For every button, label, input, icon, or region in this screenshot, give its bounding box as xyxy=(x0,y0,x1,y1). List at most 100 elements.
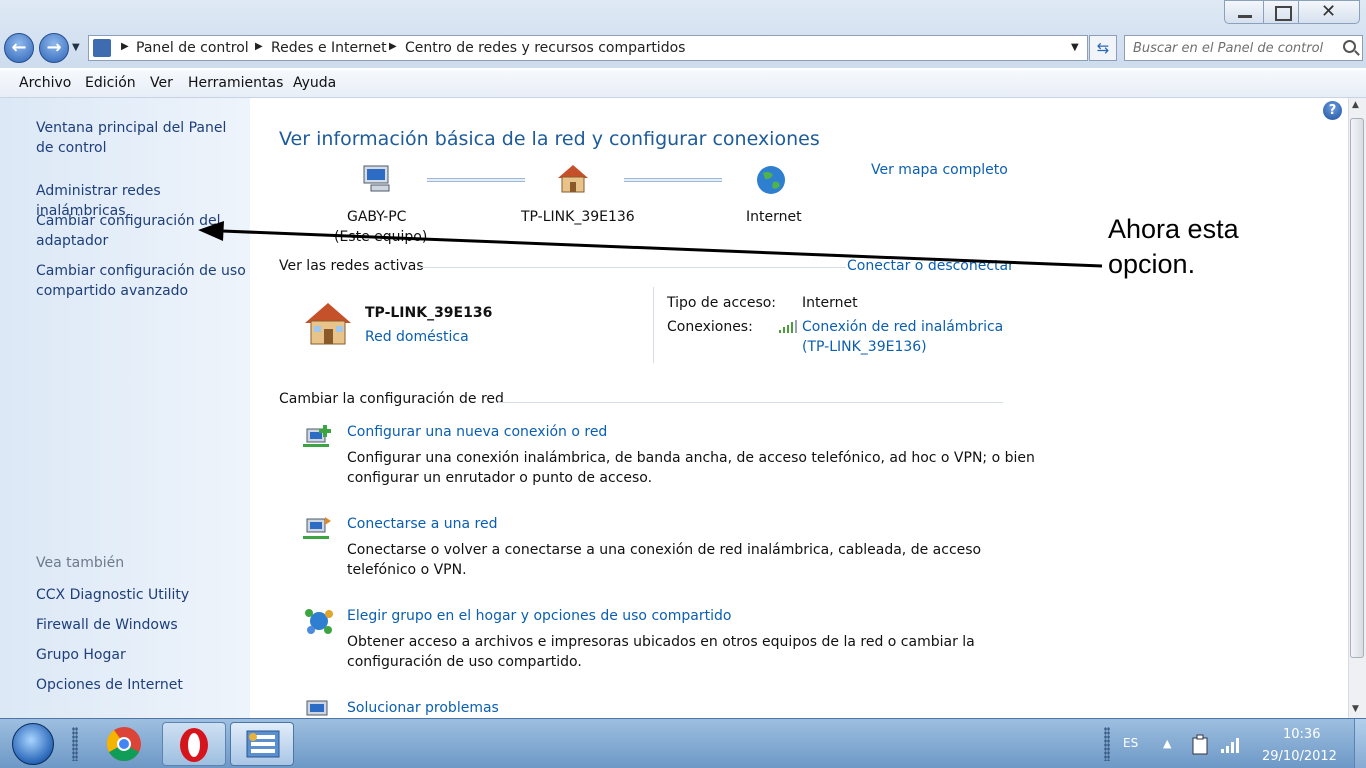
connections-label: Conexiones: xyxy=(667,319,753,335)
task-homegroup-desc: Obtener acceso a archivos e impresoras u… xyxy=(347,634,975,650)
house-icon xyxy=(305,303,351,345)
map-connector xyxy=(624,178,722,182)
control-panel-icon xyxy=(93,39,111,57)
menu-ayuda[interactable]: Ayuda xyxy=(293,75,336,91)
back-arrow-icon: ← xyxy=(11,37,27,58)
task-connect-network-link[interactable]: Conectarse a una red xyxy=(347,516,497,532)
network-icon[interactable] xyxy=(1221,737,1241,753)
back-button[interactable]: ← xyxy=(4,33,34,63)
sidebar-link-configuracion-adaptador[interactable]: Cambiar configuración del adaptador xyxy=(36,211,221,251)
search-input[interactable]: Buscar en el Panel de control xyxy=(1124,35,1363,61)
annotation-text: Ahora esta opcion. xyxy=(1108,212,1239,282)
section-divider xyxy=(420,267,846,268)
minimize-button[interactable] xyxy=(1224,0,1264,24)
task-connect-network-desc: telefónico o VPN. xyxy=(347,562,467,578)
vertical-divider xyxy=(653,287,654,363)
language-indicator[interactable]: ES xyxy=(1123,736,1138,750)
address-dropdown-icon[interactable]: ▼ xyxy=(1071,42,1079,53)
new-connection-icon xyxy=(303,425,331,447)
menu-edicion[interactable]: Edición xyxy=(85,75,136,91)
computer-icon xyxy=(363,165,390,192)
wireless-connection-link[interactable]: Conexión de red inalámbrica xyxy=(802,319,1003,335)
sidebar-link-uso-compartido-avanzado[interactable]: Cambiar configuración de uso compartido … xyxy=(36,261,246,301)
wireless-connection-ssid-link[interactable]: (TP-LINK_39E136) xyxy=(802,339,927,355)
map-node-pc-name: GABY-PC xyxy=(347,209,407,225)
access-type-value: Internet xyxy=(802,295,858,311)
map-node-router-name: TP-LINK_39E136 xyxy=(521,209,635,225)
taskbar-grip xyxy=(1104,727,1110,761)
connect-disconnect-link[interactable]: Conectar o desconectar xyxy=(847,258,1014,274)
breadcrumb-separator[interactable]: ▶ xyxy=(255,41,263,52)
clock-date[interactable]: 29/10/2012 xyxy=(1262,749,1337,764)
breadcrumb-centro-de-redes[interactable]: Centro de redes y recursos compartidos xyxy=(405,40,685,56)
recent-pages-dropdown[interactable]: ▼ xyxy=(72,42,80,53)
menu-herramientas[interactable]: Herramientas xyxy=(188,75,283,91)
taskbar-grip xyxy=(72,727,78,761)
access-type-label: Tipo de acceso: xyxy=(667,295,777,311)
scrollbar-thumb[interactable] xyxy=(1350,118,1364,658)
breadcrumb-panel-de-control[interactable]: Panel de control xyxy=(136,40,249,56)
map-node-internet-name: Internet xyxy=(746,209,802,225)
chrome-icon[interactable] xyxy=(92,722,156,766)
control-panel-taskbar-button[interactable] xyxy=(230,722,294,766)
house-icon xyxy=(558,165,588,193)
refresh-button[interactable]: ⇆ xyxy=(1089,35,1117,61)
close-icon: ✕ xyxy=(1321,1,1337,22)
scroll-down-arrow-icon[interactable]: ▼ xyxy=(1352,704,1359,714)
see-also-firewall[interactable]: Firewall de Windows xyxy=(36,615,246,635)
see-also-opciones-internet[interactable]: Opciones de Internet xyxy=(36,675,246,695)
sidebar-link-panel-principal[interactable]: Ventana principal del Panel de control xyxy=(36,118,246,158)
clock-time[interactable]: 10:36 xyxy=(1283,727,1320,742)
control-panel-icon xyxy=(246,730,280,758)
task-new-connection-desc: configurar un enrutador o punto de acces… xyxy=(347,470,653,486)
map-node-pc-sub: (Este equipo) xyxy=(334,229,428,245)
view-full-map-link[interactable]: Ver mapa completo xyxy=(871,162,1008,178)
task-homegroup-desc: configuración de uso compartido. xyxy=(347,654,582,670)
search-placeholder: Buscar en el Panel de control xyxy=(1133,41,1324,56)
task-pane: Ventana principal del Panel de control A… xyxy=(0,98,250,718)
show-desktop-button[interactable] xyxy=(1354,719,1366,768)
section-divider xyxy=(498,402,1003,403)
maximize-button[interactable] xyxy=(1263,0,1299,24)
page-title: Ver información básica de la red y confi… xyxy=(279,128,820,150)
connect-network-icon xyxy=(303,517,331,539)
taskbar: ES ▲ 10:36 29/10/2012 xyxy=(0,718,1366,768)
breadcrumb-separator[interactable]: ▶ xyxy=(121,41,129,52)
forward-arrow-icon: → xyxy=(46,37,62,58)
menu-ver[interactable]: Ver xyxy=(150,75,173,91)
opera-icon xyxy=(180,728,208,762)
show-hidden-icons-icon[interactable]: ▲ xyxy=(1163,737,1171,750)
main-content xyxy=(250,98,1348,718)
network-type-link[interactable]: Red doméstica xyxy=(365,329,469,345)
close-button[interactable]: ✕ xyxy=(1298,0,1360,24)
map-connector xyxy=(427,178,525,182)
network-name: TP-LINK_39E136 xyxy=(365,305,493,321)
see-also-grupo-hogar[interactable]: Grupo Hogar xyxy=(36,645,246,665)
task-new-connection-link[interactable]: Configurar una nueva conexión o red xyxy=(347,424,607,440)
address-bar[interactable]: ▶ Panel de control ▶ Redes e Internet ▶ … xyxy=(88,35,1088,61)
scroll-up-arrow-icon[interactable]: ▲ xyxy=(1352,100,1359,110)
globe-icon xyxy=(757,166,785,194)
task-connect-network-desc: Conectarse o volver a conectarse a una c… xyxy=(347,542,982,558)
search-icon[interactable] xyxy=(1343,40,1356,53)
opera-taskbar-button[interactable] xyxy=(162,722,226,766)
active-networks-heading: Ver las redes activas xyxy=(279,258,424,274)
menu-archivo[interactable]: Archivo xyxy=(19,75,71,91)
breadcrumb-redes-e-internet[interactable]: Redes e Internet xyxy=(271,40,387,56)
annotation-line: Ahora esta xyxy=(1108,214,1239,244)
menu-bar: Archivo Edición Ver Herramientas Ayuda xyxy=(0,70,1366,98)
change-settings-heading: Cambiar la configuración de red xyxy=(279,391,504,407)
forward-button[interactable]: → xyxy=(39,33,69,63)
troubleshoot-icon xyxy=(306,700,328,716)
breadcrumb-separator[interactable]: ▶ xyxy=(389,41,397,52)
task-new-connection-desc: Configurar una conexión inalámbrica, de … xyxy=(347,450,1035,466)
signal-icon xyxy=(779,320,797,333)
start-button[interactable] xyxy=(12,723,54,765)
see-also-heading: Vea también xyxy=(36,555,125,571)
task-homegroup-link[interactable]: Elegir grupo en el hogar y opciones de u… xyxy=(347,608,731,624)
help-icon[interactable]: ? xyxy=(1323,101,1342,120)
task-troubleshoot-link[interactable]: Solucionar problemas xyxy=(347,700,499,716)
annotation-line: opcion. xyxy=(1108,249,1196,279)
power-icon[interactable] xyxy=(1191,734,1211,756)
see-also-ccx-diagnostic[interactable]: CCX Diagnostic Utility xyxy=(36,585,246,605)
